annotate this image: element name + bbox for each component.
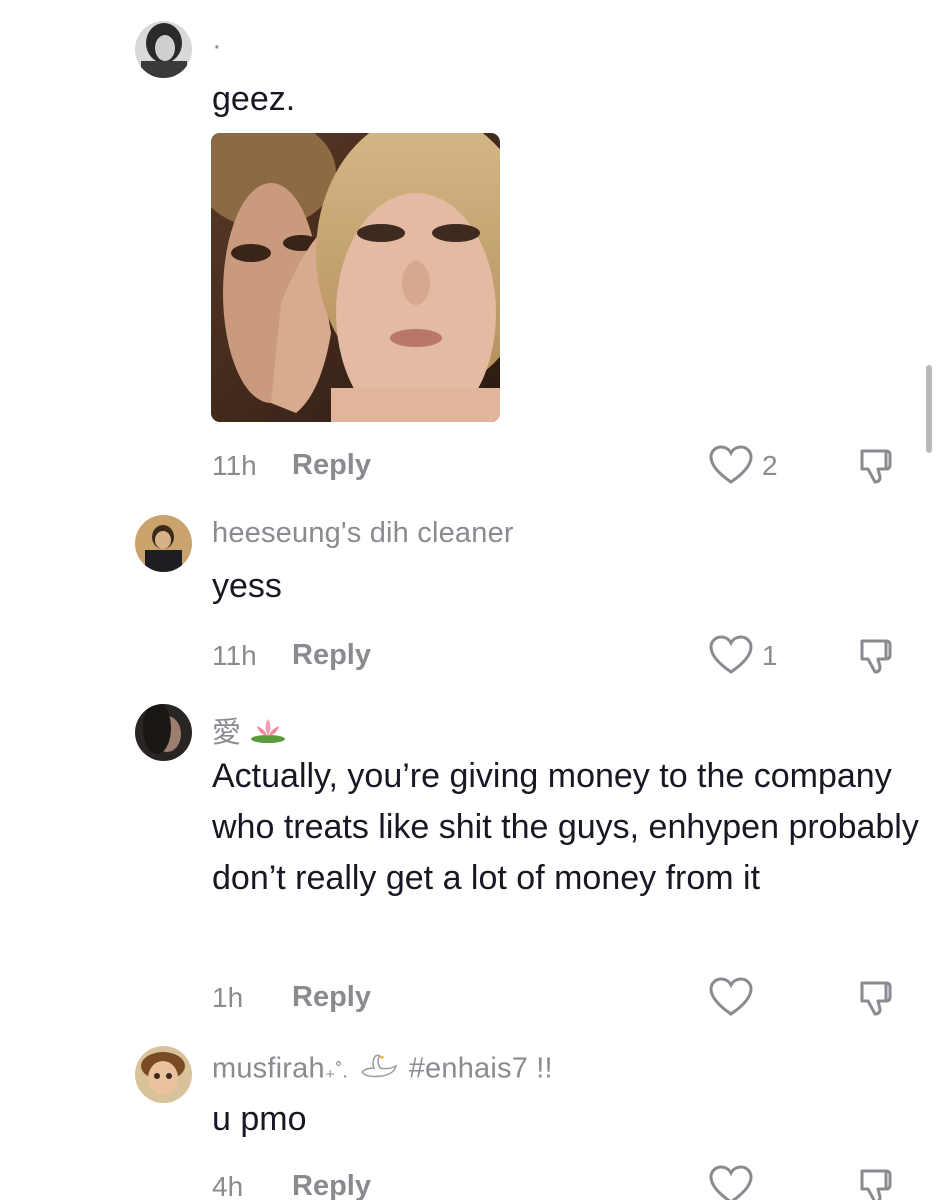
avatar[interactable] — [135, 1046, 192, 1103]
lotus-icon — [249, 716, 287, 752]
thumbs-down-icon — [860, 1169, 892, 1200]
like-button[interactable] — [709, 635, 753, 675]
heart-outline-icon — [709, 977, 753, 1016]
username-text: musfirah — [212, 1052, 325, 1085]
like-count: 2 — [762, 450, 778, 481]
comment-time: 4h — [212, 1171, 244, 1200]
like-button[interactable] — [709, 445, 753, 485]
decoration-text: ₊˚. — [324, 1060, 349, 1083]
dislike-button[interactable] — [856, 977, 896, 1017]
comment-text: Actually, you’re giving money to the com… — [212, 757, 919, 897]
comment-username[interactable]: · — [212, 30, 222, 63]
avatar[interactable] — [135, 515, 192, 572]
reply-button[interactable]: Reply — [292, 639, 371, 672]
scrollbar[interactable] — [926, 365, 932, 453]
dislike-button[interactable] — [856, 445, 896, 485]
comment-username[interactable]: heeseung's dih cleaner — [212, 517, 514, 550]
comment-text: u pmo — [212, 1100, 307, 1138]
comments-page: · geez. 11h Reply 2 heeseung's dih clean… — [0, 0, 938, 1200]
swan-icon — [356, 1052, 400, 1088]
heart-outline-icon — [709, 635, 753, 674]
thumbs-down-icon — [860, 981, 892, 1016]
comment-username[interactable]: 愛 — [212, 709, 287, 752]
reply-button[interactable]: Reply — [292, 1170, 371, 1200]
heart-outline-icon — [709, 445, 753, 484]
dislike-button[interactable] — [856, 1165, 896, 1200]
comment-text: geez. — [212, 80, 296, 118]
reaction-gif-image[interactable] — [211, 133, 500, 422]
like-button[interactable] — [709, 1165, 753, 1200]
comment-time: 11h — [212, 450, 257, 481]
username-hashtag: #enhais7 !! — [408, 1052, 553, 1085]
heart-outline-icon — [709, 1165, 753, 1200]
comment-time: 1h — [212, 982, 244, 1013]
reply-button[interactable]: Reply — [292, 449, 371, 482]
avatar[interactable] — [135, 21, 192, 78]
comment-time: 11h — [212, 640, 257, 671]
avatar[interactable] — [135, 704, 192, 761]
thumbs-down-icon — [860, 639, 892, 674]
comment-text: yess — [212, 567, 282, 605]
like-button[interactable] — [709, 977, 753, 1017]
thumbs-down-icon — [860, 449, 892, 484]
like-count: 1 — [762, 640, 778, 671]
dislike-button[interactable] — [856, 635, 896, 675]
comment-username[interactable]: musfirah₊˚. #enhais7 !! — [212, 1052, 553, 1088]
username-text: 愛 — [212, 717, 242, 749]
reply-button[interactable]: Reply — [292, 981, 371, 1014]
